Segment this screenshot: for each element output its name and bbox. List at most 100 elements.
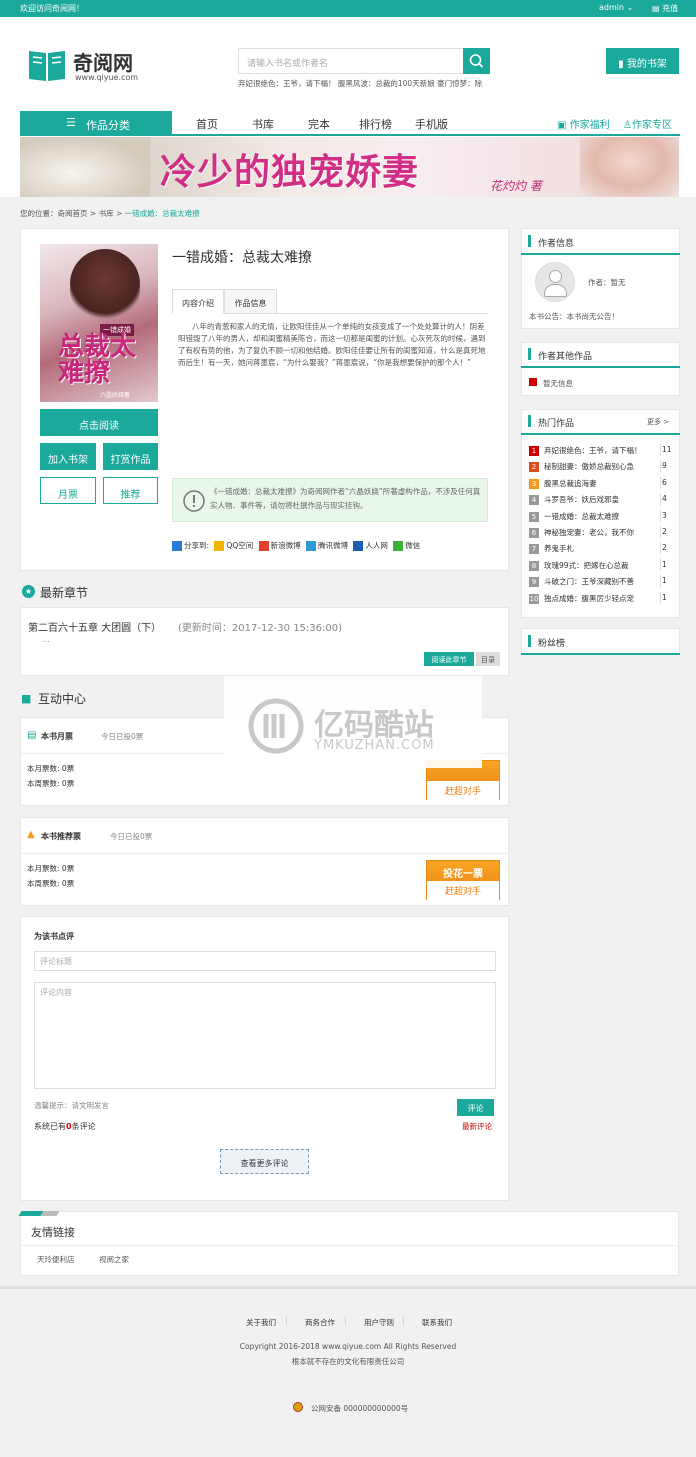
breadcrumb-home[interactable]: 奇阅首页 bbox=[58, 209, 88, 218]
book-icon: ▮ bbox=[618, 59, 624, 70]
share-renren[interactable]: 人人网 bbox=[365, 541, 388, 550]
hot-divider bbox=[660, 591, 661, 604]
review-submit-button[interactable]: 评论 bbox=[457, 1099, 494, 1116]
no-info-text: 暂无信息 bbox=[543, 379, 573, 388]
tencent-weibo-icon[interactable] bbox=[306, 541, 317, 551]
banner[interactable]: 冷少的独宠娇妻 花灼灼 著 bbox=[20, 137, 679, 197]
hot-divider bbox=[660, 444, 661, 456]
renren-icon[interactable] bbox=[353, 541, 364, 551]
hot-work-item[interactable]: 5 一错成婚：总裁太难撩 bbox=[529, 511, 619, 522]
chevron-down-icon: ⌄ bbox=[626, 3, 634, 12]
hot-work-item[interactable]: 9 斗破之门：王爷深藏别不善 bbox=[529, 576, 634, 588]
hot-work-item[interactable]: 8 玫瑰99式：把嫁在心总裁 bbox=[529, 560, 629, 571]
star-icon: ★ bbox=[22, 585, 35, 598]
search-button[interactable] bbox=[463, 48, 490, 74]
thumb-up-icon: ▲ bbox=[27, 829, 35, 840]
nav-home[interactable]: 首页 bbox=[196, 116, 218, 132]
nav-ranking[interactable]: 排行榜 bbox=[359, 116, 392, 132]
friend-link-2[interactable]: 视阅之家 bbox=[99, 1254, 129, 1265]
divider bbox=[20, 853, 509, 854]
author-name: 作者：暂无 bbox=[588, 278, 626, 287]
hot-work-count: 6 bbox=[662, 477, 667, 487]
hot-more-link[interactable]: 更多 > bbox=[647, 417, 669, 427]
watermark-logo-icon bbox=[248, 698, 304, 754]
more-reviews-button[interactable]: 查看更多评论 bbox=[220, 1149, 309, 1174]
author-notice: 本书公告：本书尚无公告！ bbox=[529, 312, 619, 321]
review-content-textarea[interactable]: 评论内容 bbox=[34, 982, 496, 1089]
breadcrumb-library[interactable]: 书库 bbox=[99, 209, 114, 218]
recommend-month-count: 本月票数: 0票 bbox=[27, 864, 75, 873]
hot-work-item[interactable]: 7 养鬼手札 bbox=[529, 543, 574, 555]
hot-work-item[interactable]: 2 秘制甜妻：傲娇总裁别心急 bbox=[529, 461, 634, 473]
share-tencent[interactable]: 腾讯微博 bbox=[318, 541, 348, 550]
tab-intro[interactable]: 内容介绍 bbox=[172, 289, 224, 314]
hot-work-item[interactable]: 4 斗罗吾爷：妖后戏邪皇 bbox=[529, 494, 619, 506]
user-menu[interactable]: admin ⌄ bbox=[599, 3, 633, 12]
hot-work-count: 11 bbox=[662, 445, 672, 454]
top-bar: 欢迎访问奇阅网！ admin ⌄ ▤ 充值 bbox=[0, 0, 696, 17]
footer-sep: | bbox=[344, 1316, 347, 1325]
footer-business[interactable]: 商务合作 bbox=[305, 1317, 335, 1328]
latest-chapter-link[interactable]: 第二百六十五章 大团圆（下） bbox=[28, 619, 161, 634]
monthly-week-count: 本周票数: 0票 bbox=[27, 779, 75, 788]
nav-mobile[interactable]: 手机版 bbox=[415, 116, 448, 132]
tab-info[interactable]: 作品信息 bbox=[224, 289, 277, 314]
hot-work-item[interactable]: 3 腹黑总裁追海妻 bbox=[529, 478, 597, 489]
avatar-body-icon bbox=[544, 284, 567, 297]
nav-completed[interactable]: 完本 bbox=[308, 116, 330, 132]
author-avatar bbox=[535, 262, 575, 302]
footer-contact[interactable]: 联系我们 bbox=[422, 1317, 452, 1328]
hot-work-item[interactable]: 1 弃妃很绝色：王爷，请下榻！ bbox=[529, 445, 642, 456]
book-cover[interactable]: 一错成婚 总裁太难撩 六晶妖娆著 bbox=[40, 244, 158, 402]
qzone-icon[interactable] bbox=[214, 541, 225, 551]
latest-review-link[interactable]: 最新评论 bbox=[462, 1121, 492, 1132]
welcome-text: 欢迎访问奇阅网！ bbox=[20, 4, 84, 13]
hot-divider bbox=[660, 526, 661, 538]
review-title-input[interactable]: 评论标题 bbox=[34, 951, 496, 971]
hot-work-count: 9 bbox=[662, 461, 667, 471]
recharge-icon: ▤ bbox=[652, 4, 660, 13]
friends-title: 友情链接 bbox=[31, 1226, 75, 1239]
hot-work-title: 斗破之门：王爷深藏别不善 bbox=[544, 577, 634, 587]
hot-work-item[interactable]: 6 神秘独宠妻：老公，我不你 bbox=[529, 527, 634, 538]
hot-search-links[interactable]: 弃妃很绝色：王爷，请下榻！ 腹黑风波：总裁的100天新娘 豪门惊梦：除 bbox=[238, 78, 482, 89]
fans-heading: 粉丝榜 bbox=[538, 639, 566, 649]
user-icon: ♙ bbox=[623, 120, 632, 131]
search-input[interactable]: 请输入书名或作者名 bbox=[238, 48, 464, 74]
nav-library[interactable]: 书库 bbox=[252, 116, 274, 132]
nav-writer-zone[interactable]: ♙作家专区 bbox=[623, 116, 672, 131]
banner-figure bbox=[580, 137, 679, 197]
logo-text[interactable]: 奇阅网 bbox=[73, 47, 133, 76]
breadcrumb-current: 一错成婚：总裁太难撩 bbox=[124, 209, 200, 218]
reward-button[interactable]: 打赏作品 bbox=[103, 443, 158, 470]
sidebar-heading-line bbox=[521, 653, 680, 655]
wechat-icon[interactable] bbox=[393, 541, 404, 551]
search-icon bbox=[469, 54, 484, 68]
category-menu-button[interactable]: ☰ 作品分类 bbox=[20, 111, 172, 136]
my-bookshelf-button[interactable]: ▮ 我的书架 bbox=[606, 48, 679, 74]
catalog-button[interactable]: 目录 bbox=[476, 652, 500, 666]
recharge-link[interactable]: ▤ 充值 bbox=[652, 3, 678, 14]
avatar-head-icon bbox=[549, 270, 562, 283]
monthly-ticket-title: 本书月票 bbox=[41, 732, 73, 741]
friend-link-1[interactable]: 天玲便利店 bbox=[37, 1254, 75, 1265]
footer-about[interactable]: 关于我们 bbox=[246, 1317, 276, 1328]
footer-police[interactable]: 公网安备 000000000000号 bbox=[311, 1403, 408, 1414]
share-wechat[interactable]: 微信 bbox=[405, 541, 420, 550]
weibo-icon[interactable] bbox=[258, 541, 269, 551]
footer-rules[interactable]: 用户守则 bbox=[364, 1317, 394, 1328]
recommend-vote-button[interactable]: 投花一票 赶超对手 bbox=[426, 860, 500, 900]
share-qzone[interactable]: QQ空间 bbox=[226, 541, 253, 550]
share-weibo[interactable]: 新浪微博 bbox=[271, 541, 301, 550]
add-to-shelf-button[interactable]: 加入书架 bbox=[40, 443, 96, 470]
hot-work-item[interactable]: 10 独点成婚：腹黑厉少轻点宠 bbox=[529, 593, 634, 604]
monthly-month-count: 本月票数: 0票 bbox=[27, 764, 75, 773]
nav-writer-welfare[interactable]: ▣ 作家福利 bbox=[557, 116, 610, 131]
breadcrumb: 您的位置：奇阅首页 > 书库 > 一错成婚：总裁太难撩 bbox=[20, 209, 200, 218]
read-button[interactable]: 点击阅读 bbox=[40, 409, 158, 436]
recommend-button[interactable]: 推荐 bbox=[103, 477, 158, 504]
no-info-marker bbox=[529, 378, 537, 386]
share-bar: 分享到: QQ空间 新浪微博 腾讯微博 人人网 微信 bbox=[172, 540, 420, 551]
monthly-ticket-button[interactable]: 月票 bbox=[40, 477, 96, 504]
read-chapter-button[interactable]: 阅读此章节 bbox=[424, 652, 474, 666]
